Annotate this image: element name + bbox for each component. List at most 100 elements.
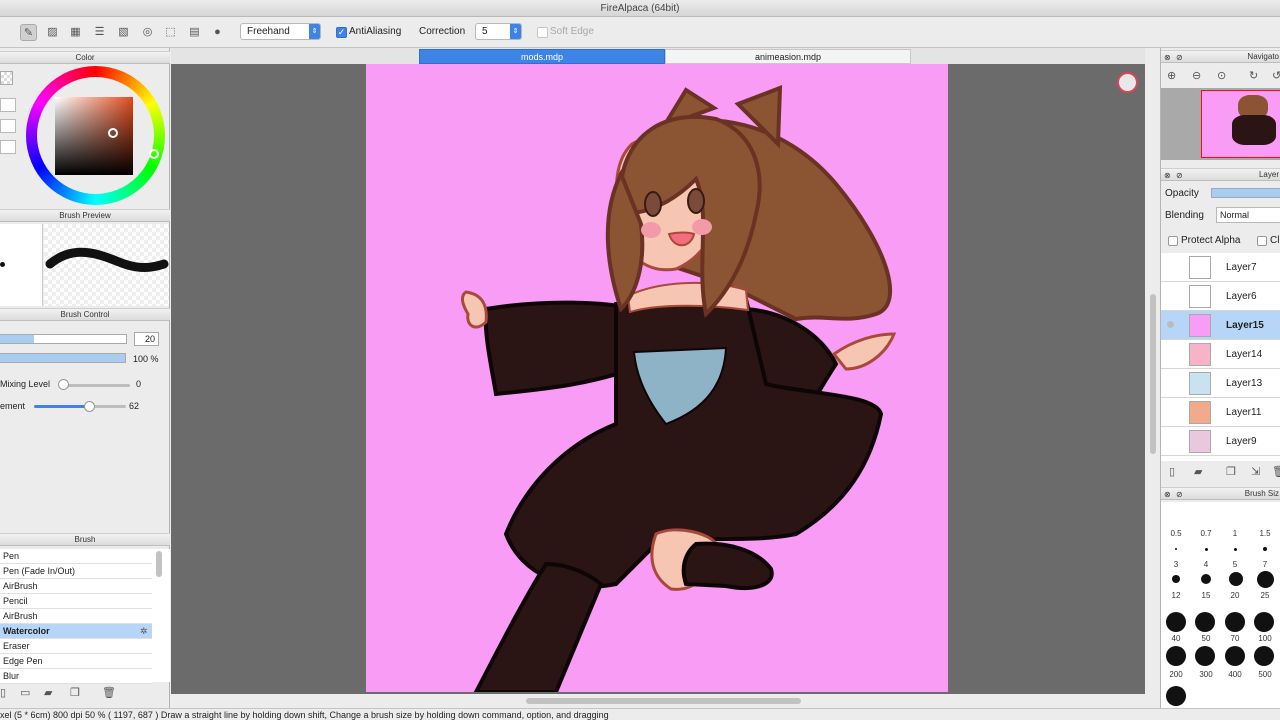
minimize-icon[interactable]: ⊘: [1176, 170, 1183, 182]
brush-item-pencil[interactable]: Pencil: [0, 594, 152, 609]
transparent-swatch[interactable]: [0, 71, 13, 85]
mixing-level-knob[interactable]: [58, 379, 69, 390]
rotate-icon[interactable]: ↻: [1249, 69, 1258, 82]
color-swatch[interactable]: [0, 140, 16, 154]
new-layer-icon[interactable]: ▯: [1169, 465, 1175, 478]
brush-size-label[interactable]: 4: [1195, 560, 1217, 569]
ement-slider[interactable]: [34, 405, 126, 408]
layer-row-layer6[interactable]: Layer6: [1161, 282, 1280, 311]
layer-row-layer9[interactable]: Layer9: [1161, 427, 1280, 456]
brush-size-label[interactable]: 0.5: [1165, 529, 1187, 538]
trash-icon[interactable]: 🗑: [1272, 465, 1280, 478]
brush-item-edge-pen[interactable]: Edge Pen: [0, 654, 152, 669]
duplicate-brush-icon[interactable]: ❐: [70, 686, 80, 699]
clipping-checkbox[interactable]: [1257, 236, 1267, 246]
brush-size-label[interactable]: 500: [1254, 670, 1276, 679]
brush-size-label[interactable]: 40: [1165, 634, 1187, 643]
hatch-tool-icon[interactable]: ▨: [44, 24, 61, 41]
tab-animeasion[interactable]: animeasion.mdp: [665, 49, 911, 64]
brush-size-dot[interactable]: [1172, 575, 1180, 583]
brush-size-dot[interactable]: [1175, 548, 1177, 550]
layer-opacity-slider[interactable]: [1211, 188, 1280, 198]
color-picker-cursor[interactable]: [108, 128, 118, 138]
brush-size-label[interactable]: 25: [1254, 591, 1276, 600]
folder-icon[interactable]: ▰: [44, 686, 52, 699]
brush-size-label[interactable]: 100: [1254, 634, 1276, 643]
navigator-viewport[interactable]: [1201, 90, 1280, 158]
brush-size-dot[interactable]: [1166, 646, 1186, 666]
brush-size-dot[interactable]: [1225, 646, 1245, 666]
brush-size-field[interactable]: 20: [134, 332, 159, 346]
dot-tool-icon[interactable]: ●: [209, 24, 226, 41]
brush-size-dot[interactable]: [1225, 612, 1245, 632]
brush-size-dot[interactable]: [1201, 574, 1211, 584]
grid-tool-icon[interactable]: ▦: [67, 24, 84, 41]
gear-icon[interactable]: ✲: [140, 624, 148, 638]
ement-knob[interactable]: [84, 401, 95, 412]
brush-size-dot[interactable]: [1195, 646, 1215, 666]
brush-item-airbrush-2[interactable]: AirBrush: [0, 609, 152, 624]
brush-item-airbrush[interactable]: AirBrush: [0, 579, 152, 594]
saturation-value-square[interactable]: [55, 97, 133, 175]
merge-layer-icon[interactable]: ⇲: [1251, 465, 1260, 478]
brush-size-label[interactable]: 200: [1165, 670, 1187, 679]
brush-size-dot[interactable]: [1257, 571, 1274, 588]
visibility-icon[interactable]: [1167, 321, 1174, 328]
drawing-canvas[interactable]: [366, 64, 948, 692]
brush-size-dot[interactable]: [1254, 612, 1274, 632]
brush-size-dot[interactable]: [1166, 612, 1186, 632]
protect-alpha-checkbox[interactable]: [1168, 236, 1178, 246]
canvas-hscroll-thumb[interactable]: [526, 698, 801, 704]
brush-list-scrollbar[interactable]: [156, 551, 162, 577]
navigator-preview[interactable]: [1161, 88, 1280, 160]
soft-edge-checkbox[interactable]: [537, 27, 548, 38]
brush-item-watercolor[interactable]: Watercolor ✲: [0, 624, 152, 639]
curve-tool-icon[interactable]: ▤: [186, 24, 203, 41]
perspective-tool-icon[interactable]: ▧: [115, 24, 132, 41]
brush-size-dot[interactable]: [1166, 686, 1186, 706]
stroke-mode-select[interactable]: Freehand ⇕: [240, 23, 321, 40]
layer-row-layer11[interactable]: Layer11: [1161, 398, 1280, 427]
concentric-tool-icon[interactable]: ◎: [139, 24, 156, 41]
brush-item-pen-fade[interactable]: Pen (Fade In/Out): [0, 564, 152, 579]
brush-size-label[interactable]: 0.7: [1195, 529, 1217, 538]
snap-tool-icon[interactable]: ⬚: [162, 24, 179, 41]
brush-size-label[interactable]: 1: [1224, 529, 1246, 538]
brush-size-dot[interactable]: [1205, 548, 1208, 551]
trash-icon[interactable]: 🗑: [102, 686, 116, 699]
brush-size-label[interactable]: 300: [1195, 670, 1217, 679]
hue-picker-cursor[interactable]: [149, 149, 159, 159]
brush-tool-icon[interactable]: ✎: [20, 24, 37, 41]
color-swatch[interactable]: [0, 98, 16, 112]
mixing-level-slider[interactable]: [62, 384, 130, 387]
brush-size-label[interactable]: 1.5: [1254, 529, 1276, 538]
correction-select[interactable]: 5 ⇕: [475, 23, 522, 40]
brush-size-label[interactable]: 20: [1224, 591, 1246, 600]
close-icon[interactable]: ⊗: [1164, 170, 1171, 182]
brush-size-label[interactable]: 7: [1254, 560, 1276, 569]
color-swatch[interactable]: [0, 119, 16, 133]
zoom-out-icon[interactable]: ⊖: [1192, 69, 1201, 82]
brush-size-label[interactable]: 5: [1224, 560, 1246, 569]
duplicate-layer-icon[interactable]: ❐: [1226, 465, 1236, 478]
tab-mods[interactable]: mods.mdp: [419, 49, 665, 64]
brush-import-icon[interactable]: ▯: [0, 686, 6, 699]
brush-size-dot[interactable]: [1234, 548, 1237, 551]
brush-size-label[interactable]: 3: [1165, 560, 1187, 569]
brush-size-label[interactable]: 70: [1224, 634, 1246, 643]
brush-item-pen[interactable]: Pen: [0, 549, 152, 564]
new-brush-icon[interactable]: ▭: [20, 686, 30, 699]
layer-row-layer7[interactable]: Layer7: [1161, 253, 1280, 282]
brush-item-blur[interactable]: Blur: [0, 669, 152, 684]
brush-size-dot[interactable]: [1195, 612, 1215, 632]
brush-size-dot[interactable]: [1229, 572, 1243, 586]
brush-size-label[interactable]: 50: [1195, 634, 1217, 643]
layer-row-layer14[interactable]: Layer14: [1161, 340, 1280, 369]
brush-size-label[interactable]: 15: [1195, 591, 1217, 600]
layer-row-layer13[interactable]: Layer13: [1161, 369, 1280, 398]
blending-select[interactable]: Normal: [1216, 207, 1280, 223]
close-icon[interactable]: ⊗: [1164, 52, 1171, 64]
canvas-vscroll-thumb[interactable]: [1150, 294, 1156, 454]
brush-size-dot[interactable]: [1263, 547, 1267, 551]
layer-folder-icon[interactable]: ▰: [1194, 465, 1202, 478]
